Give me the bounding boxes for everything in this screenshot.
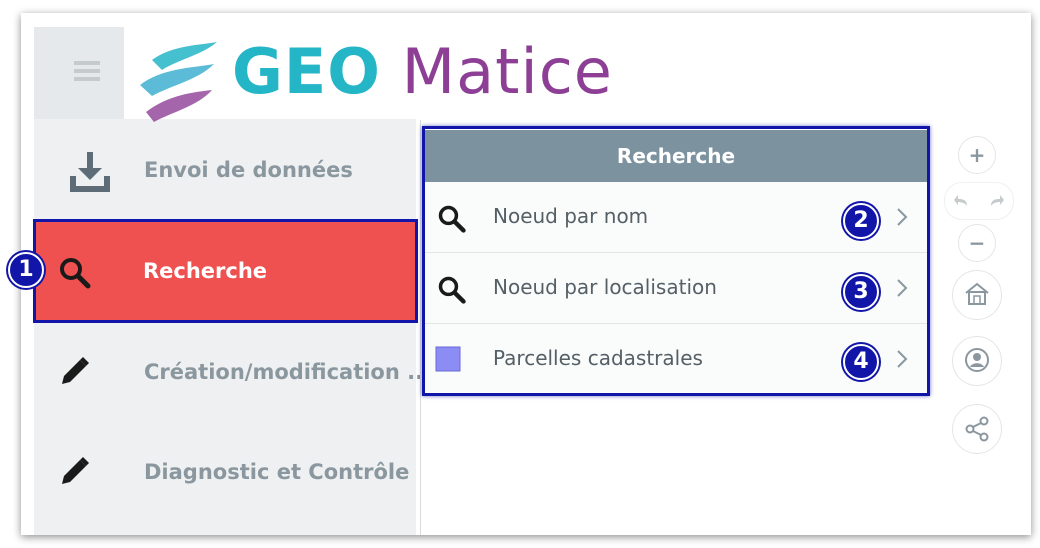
- hamburger-icon: [74, 61, 100, 65]
- location-person-icon: [965, 348, 989, 372]
- share-button[interactable]: [952, 404, 1002, 454]
- locate-button[interactable]: [952, 336, 1002, 386]
- search-icon: [60, 258, 91, 289]
- home-button[interactable]: [952, 270, 1002, 320]
- undo-icon[interactable]: [953, 193, 971, 209]
- annotation-badge-4: 4: [843, 344, 879, 380]
- sidebar-item-envoi[interactable]: Envoi de données: [34, 120, 416, 220]
- annotation-badge-3: 3: [843, 274, 879, 310]
- home-icon: [965, 282, 989, 305]
- redo-icon[interactable]: [987, 193, 1005, 209]
- sidebar-item-label: Création/modification ...: [144, 360, 432, 384]
- annotation-badge-1: 1: [8, 252, 44, 288]
- annotation-badge-2: 2: [843, 203, 879, 239]
- download-icon: [70, 152, 110, 192]
- sidebar-item-label: Recherche: [143, 259, 268, 283]
- brand-geo: GEO: [232, 35, 381, 108]
- logo-mark-icon: [140, 42, 217, 122]
- hamburger-bar: [74, 77, 100, 81]
- zoom-out-button[interactable]: −: [958, 224, 996, 262]
- brand-matice: Matice: [401, 35, 613, 108]
- pencil-icon: [62, 457, 89, 484]
- sidebar-item-label: Diagnostic et Contrôle: [144, 460, 410, 484]
- sidebar-item-creation[interactable]: Création/modification ...: [34, 322, 431, 422]
- sidebar-item-recherche[interactable]: Recherche: [33, 219, 418, 323]
- app-logo: GEO Matice: [124, 27, 612, 122]
- sidebar-item-label: Envoi de données: [144, 158, 353, 182]
- map-zoom-controls: + −: [944, 136, 1014, 282]
- menu-toggle-button[interactable]: [34, 27, 124, 119]
- hamburger-bar: [74, 69, 100, 73]
- history-nav: [944, 182, 1014, 220]
- zoom-out-label: −: [968, 231, 986, 255]
- sidebar-item-diagnostic[interactable]: Diagnostic et Contrôle: [34, 422, 416, 522]
- zoom-in-label: +: [968, 143, 986, 167]
- pencil-icon: [62, 357, 89, 384]
- share-icon: [965, 416, 989, 442]
- brand-name: GEO Matice: [232, 35, 613, 108]
- zoom-in-button[interactable]: +: [958, 136, 996, 174]
